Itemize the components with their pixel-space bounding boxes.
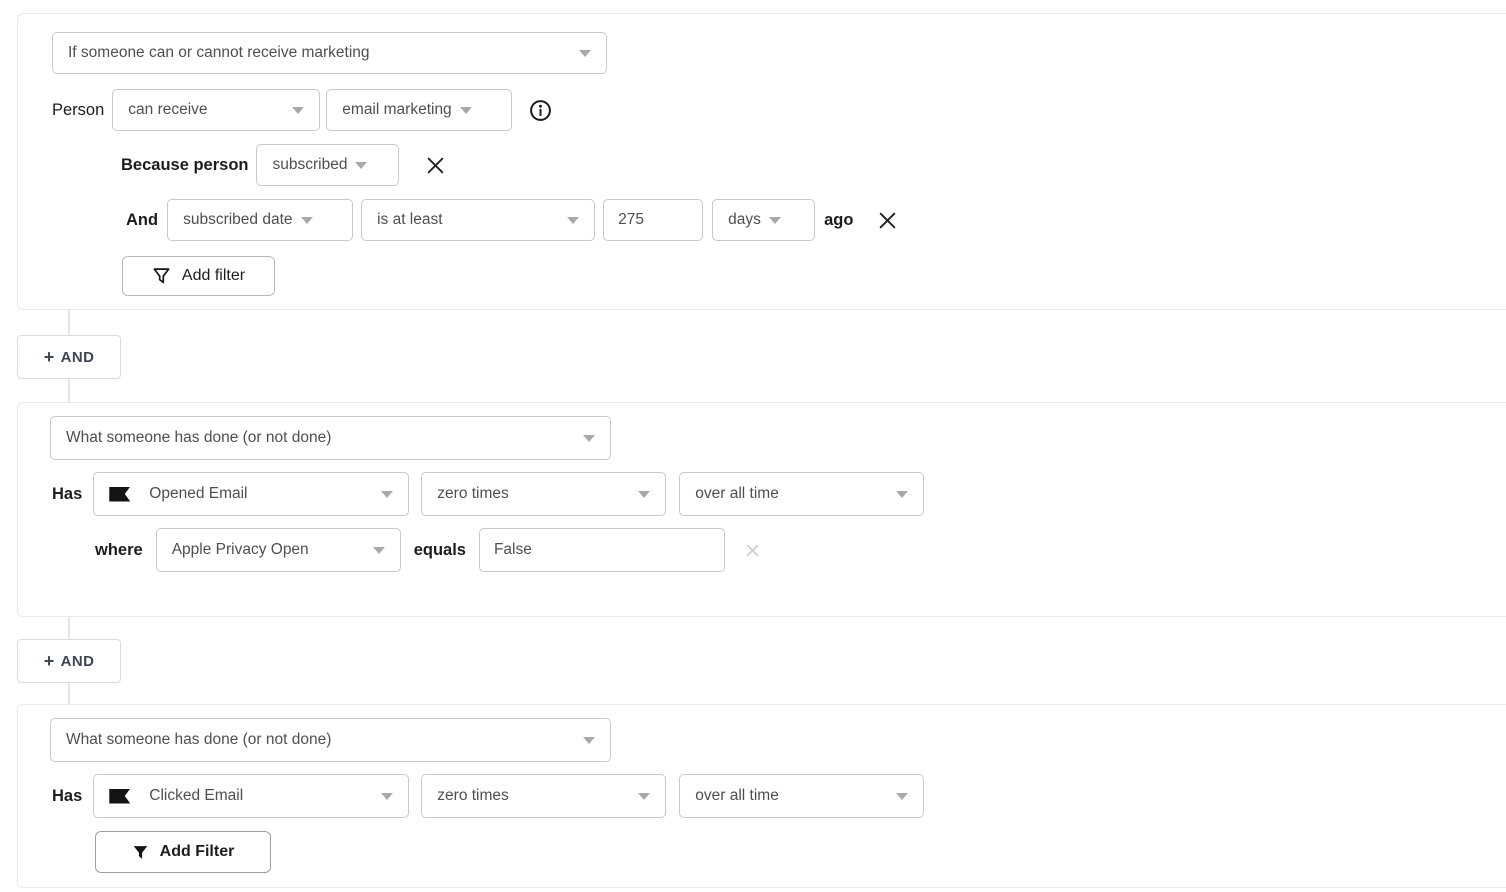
because-person-label: Because person (121, 156, 248, 175)
add-and-condition-button[interactable]: + AND (17, 639, 121, 683)
funnel-icon (132, 844, 149, 861)
person-label: Person (52, 101, 104, 120)
funnel-icon (152, 266, 171, 286)
consent-state-value: can receive (128, 101, 207, 119)
condition-type-select[interactable]: What someone has done (or not done) (50, 718, 611, 762)
channel-value: email marketing (342, 101, 451, 119)
timeframe-select[interactable]: over all time (679, 774, 924, 818)
consent-state-select[interactable]: can receive (112, 89, 320, 131)
and-label: And (126, 211, 158, 230)
and-button-label: AND (61, 349, 95, 366)
reason-select[interactable]: subscribed (256, 144, 399, 186)
metric-value: Opened Email (149, 485, 247, 503)
chevron-down-icon (638, 491, 650, 498)
operator-select[interactable]: is at least (361, 199, 595, 241)
channel-select[interactable]: email marketing (326, 89, 512, 131)
chevron-down-icon (896, 793, 908, 800)
add-and-condition-button[interactable]: + AND (17, 335, 121, 379)
has-label: Has (52, 485, 82, 504)
timeframe-select[interactable]: over all time (679, 472, 924, 516)
chevron-down-icon (381, 793, 393, 800)
chevron-down-icon (460, 107, 472, 114)
frequency-select[interactable]: zero times (421, 774, 666, 818)
has-label: Has (52, 787, 82, 806)
equals-label: equals (414, 541, 466, 560)
metric-flag-icon (109, 789, 130, 804)
close-icon (745, 543, 760, 558)
remove-reason-button[interactable] (423, 153, 447, 177)
remove-date-filter-button[interactable] (875, 208, 899, 232)
metric-select[interactable]: Clicked Email (93, 774, 409, 818)
condition-card-opened-email: What someone has done (or not done) Has … (17, 402, 1506, 617)
add-filter-label: Add filter (182, 267, 245, 285)
operator-value: is at least (377, 211, 442, 229)
date-field-select[interactable]: subscribed date (167, 199, 353, 241)
chevron-down-icon (292, 107, 304, 114)
chevron-down-icon (579, 50, 591, 57)
close-icon (877, 210, 898, 231)
plus-icon: + (44, 652, 55, 670)
chevron-down-icon (638, 793, 650, 800)
condition-type-select[interactable]: What someone has done (or not done) (50, 416, 611, 460)
add-filter-button[interactable]: Add filter (122, 256, 275, 296)
condition-type-value: What someone has done (or not done) (66, 429, 331, 447)
metric-flag-icon (109, 487, 130, 502)
add-filter-label: Add Filter (160, 843, 235, 861)
and-button-label: AND (61, 653, 95, 670)
chevron-down-icon (567, 217, 579, 224)
frequency-value: zero times (437, 485, 509, 503)
timeframe-value: over all time (695, 485, 779, 503)
condition-card-clicked-email: What someone has done (or not done) Has … (17, 704, 1506, 888)
condition-type-select[interactable]: If someone can or cannot receive marketi… (52, 32, 607, 74)
where-label: where (95, 541, 143, 560)
chevron-down-icon (355, 162, 367, 169)
frequency-value: zero times (437, 787, 509, 805)
timeframe-value: over all time (695, 787, 779, 805)
days-value-input[interactable] (603, 199, 703, 241)
metric-select[interactable]: Opened Email (93, 472, 409, 516)
unit-value: days (728, 211, 761, 229)
unit-select[interactable]: days (712, 199, 815, 241)
remove-property-filter-button[interactable] (741, 538, 765, 562)
date-field-value: subscribed date (183, 211, 292, 229)
chevron-down-icon (896, 491, 908, 498)
property-value: Apple Privacy Open (172, 541, 309, 559)
connector-section: + AND (0, 617, 1506, 704)
condition-type-value: What someone has done (or not done) (66, 731, 331, 749)
condition-card-marketing: If someone can or cannot receive marketi… (17, 13, 1506, 310)
plus-icon: + (44, 348, 55, 366)
property-value-input[interactable] (479, 528, 725, 572)
chevron-down-icon (381, 491, 393, 498)
info-icon (529, 99, 552, 122)
info-button[interactable] (528, 98, 552, 122)
add-filter-button[interactable]: Add Filter (95, 831, 271, 873)
chevron-down-icon (373, 547, 385, 554)
frequency-select[interactable]: zero times (421, 472, 666, 516)
connector-section: + AND (0, 310, 1506, 402)
property-select[interactable]: Apple Privacy Open (156, 528, 401, 572)
metric-value: Clicked Email (149, 787, 243, 805)
chevron-down-icon (583, 435, 595, 442)
chevron-down-icon (769, 217, 781, 224)
chevron-down-icon (301, 217, 313, 224)
chevron-down-icon (583, 737, 595, 744)
ago-label: ago (824, 211, 853, 230)
reason-value: subscribed (272, 156, 347, 174)
condition-type-value: If someone can or cannot receive marketi… (68, 44, 370, 62)
close-icon (425, 155, 446, 176)
